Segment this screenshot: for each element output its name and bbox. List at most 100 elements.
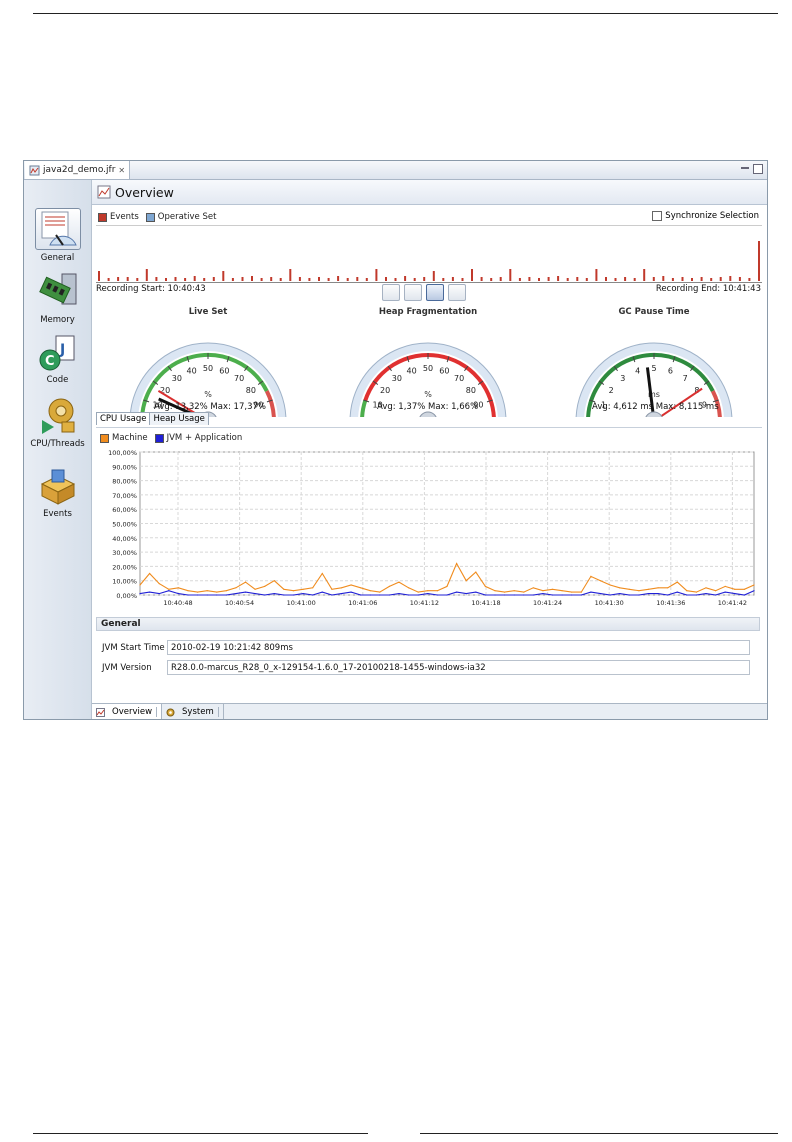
data-point bbox=[676, 581, 678, 583]
gauge-tick-label: 80 bbox=[466, 386, 476, 395]
y-tick-label: 60,00% bbox=[112, 506, 137, 514]
data-point bbox=[168, 588, 170, 590]
sidebar-item-label: Memory bbox=[40, 315, 75, 325]
data-point bbox=[523, 591, 525, 593]
synchronize-selection-checkbox[interactable]: Synchronize Selection bbox=[652, 211, 759, 221]
event-marker bbox=[566, 278, 569, 281]
jvm-start-time-label: JVM Start Time bbox=[102, 643, 165, 653]
jvm-start-time-field[interactable]: 2010-02-19 10:21:42 809ms bbox=[167, 640, 750, 655]
event-marker bbox=[652, 277, 655, 281]
data-point bbox=[695, 594, 698, 596]
tab-system[interactable]: System bbox=[162, 704, 224, 719]
gauge-tick-label: 70 bbox=[454, 374, 464, 383]
zoom-in-button[interactable] bbox=[404, 284, 422, 301]
data-point bbox=[408, 594, 410, 596]
minimize-button[interactable] bbox=[741, 167, 749, 169]
data-point bbox=[264, 585, 266, 587]
x-tick-label: 10:40:54 bbox=[225, 599, 254, 607]
memory-chip-icon bbox=[38, 273, 76, 305]
cpu-usage-chart[interactable]: 100,00% 90,00% 80,00% 70,00% 60,00% 50,00% 40,… bbox=[92, 446, 767, 626]
legend-label-machine: Machine bbox=[112, 433, 148, 443]
y-tick-label: 30,00% bbox=[112, 549, 137, 557]
data-point bbox=[686, 590, 688, 592]
event-marker bbox=[576, 277, 579, 281]
gauge-tick-label: 80 bbox=[246, 386, 256, 395]
data-point bbox=[743, 594, 746, 596]
data-point bbox=[504, 594, 506, 596]
data-point bbox=[561, 594, 563, 596]
data-point bbox=[628, 594, 630, 596]
event-marker bbox=[547, 277, 550, 281]
tab-overview[interactable]: Overview bbox=[92, 704, 163, 719]
data-point bbox=[446, 594, 448, 596]
sidebar-item-memory[interactable]: Memory bbox=[24, 272, 91, 325]
tab-heap-usage[interactable]: Heap Usage bbox=[150, 412, 209, 425]
gauge-tick-label: 70 bbox=[234, 374, 244, 383]
gauge-tick-label: 60 bbox=[439, 367, 449, 376]
data-point bbox=[225, 590, 227, 592]
data-point bbox=[340, 587, 343, 589]
x-tick-label: 10:41:18 bbox=[471, 599, 500, 607]
data-point bbox=[571, 594, 573, 596]
close-icon[interactable]: ✕ bbox=[118, 166, 125, 175]
sidebar-item-general[interactable]: General bbox=[24, 208, 91, 263]
data-point bbox=[225, 594, 227, 596]
event-marker bbox=[251, 276, 253, 281]
data-point bbox=[197, 594, 199, 596]
data-point bbox=[475, 591, 477, 593]
jvm-version-field[interactable]: R28.0.0-marcus_R28_0_x-129154-1.6.0_17-2… bbox=[167, 660, 750, 675]
event-marker bbox=[509, 269, 512, 281]
sidebar-item-cpu-threads[interactable]: CPU/Threads bbox=[24, 396, 91, 449]
data-point bbox=[446, 585, 448, 587]
data-point bbox=[139, 593, 141, 595]
legend-label-events: Events bbox=[110, 212, 139, 222]
gauge-stats-live-set: Avg: 13,32% Max: 17,37% bbox=[154, 402, 266, 412]
event-marker bbox=[174, 277, 177, 281]
data-point bbox=[216, 591, 218, 593]
recording-end-label: Recording End: 10:41:43 bbox=[655, 284, 761, 294]
events-timeline[interactable] bbox=[96, 225, 762, 283]
overview-panel: Overview Events Operative Set Synchroniz… bbox=[92, 180, 767, 719]
data-point bbox=[177, 587, 179, 589]
x-tick-label: 10:41:24 bbox=[533, 599, 562, 607]
gauge-live-set: Live Set bbox=[128, 307, 288, 317]
sidebar-item-label: Events bbox=[43, 509, 72, 519]
sidebar-item-events[interactable]: Events bbox=[24, 466, 91, 519]
data-point bbox=[705, 587, 707, 589]
maximize-button[interactable] bbox=[753, 164, 763, 174]
data-point bbox=[360, 594, 362, 596]
page-top-rule bbox=[33, 13, 778, 14]
data-point bbox=[273, 593, 275, 595]
gauge-tick-label: 4 bbox=[635, 367, 640, 376]
sidebar-item-code[interactable]: JC Code bbox=[24, 332, 91, 385]
zoom-out-button[interactable] bbox=[426, 284, 444, 301]
pan-left-button[interactable] bbox=[382, 284, 400, 301]
data-point bbox=[235, 593, 237, 595]
gauge-gc-pause-time: GC Pause Time bbox=[574, 307, 734, 317]
data-point bbox=[695, 591, 698, 593]
data-point bbox=[408, 587, 410, 589]
data-point bbox=[331, 588, 333, 590]
gauge-tick-label: 20 bbox=[380, 386, 390, 395]
data-point bbox=[197, 591, 199, 593]
svg-text:C: C bbox=[45, 354, 55, 369]
data-point bbox=[599, 580, 602, 582]
pan-right-button[interactable] bbox=[448, 284, 466, 301]
editor-tab-recording[interactable]: java2d_demo.jfr ✕ bbox=[25, 161, 131, 179]
event-marker bbox=[758, 241, 760, 281]
data-point bbox=[360, 587, 362, 589]
data-point bbox=[590, 575, 592, 577]
checkbox-box[interactable] bbox=[652, 211, 663, 221]
event-marker bbox=[394, 278, 397, 281]
data-point bbox=[715, 594, 717, 596]
tab-cpu-usage[interactable]: CPU Usage bbox=[96, 412, 151, 425]
gauge-title: Live Set bbox=[188, 307, 228, 317]
data-point bbox=[532, 587, 534, 589]
data-point bbox=[216, 594, 218, 596]
event-marker bbox=[557, 276, 560, 281]
data-point bbox=[542, 590, 544, 592]
svg-text:J: J bbox=[59, 342, 65, 358]
data-point bbox=[168, 590, 170, 592]
event-marker bbox=[538, 278, 540, 281]
gauge-title: Heap Fragmentation bbox=[378, 307, 478, 317]
